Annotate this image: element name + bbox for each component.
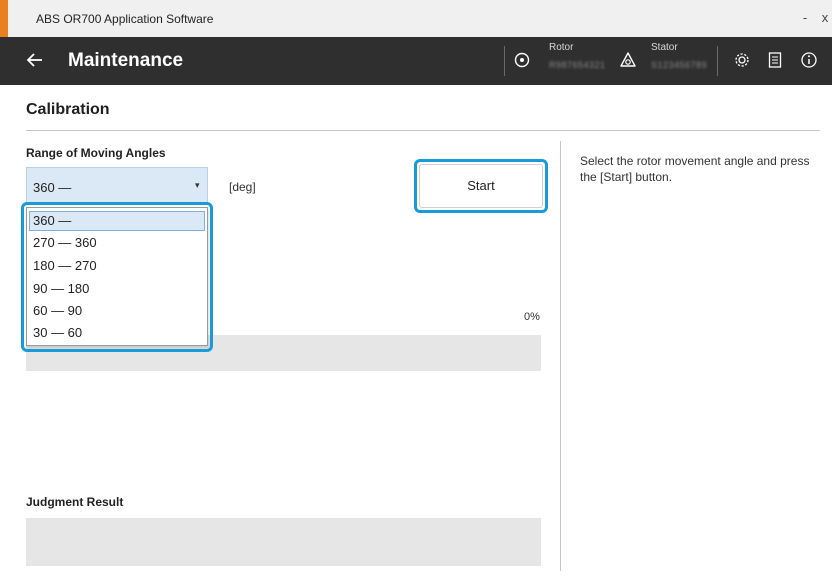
header-divider xyxy=(717,46,718,76)
range-label: Range of Moving Angles xyxy=(26,146,166,160)
unit-label: [deg] xyxy=(229,180,256,194)
panel-divider xyxy=(560,141,561,571)
dropdown-focus-ring xyxy=(21,202,213,352)
gear-icon[interactable] xyxy=(733,51,751,69)
judgment-label: Judgment Result xyxy=(26,495,124,509)
stator-serial: S123456789 xyxy=(651,60,708,70)
close-button[interactable]: x xyxy=(818,10,832,25)
app-header: Maintenance Rotor R987654321 Stator S123… xyxy=(0,37,832,85)
stator-icon xyxy=(620,52,636,67)
start-button[interactable]: Start xyxy=(419,164,543,208)
info-icon[interactable] xyxy=(800,51,818,69)
rotor-icon xyxy=(514,52,530,68)
progress-percent: 0% xyxy=(524,311,540,323)
section-title: Calibration xyxy=(26,101,110,118)
page-title: Maintenance xyxy=(68,50,184,71)
rotor-label: Rotor xyxy=(549,42,574,53)
stator-label: Stator xyxy=(651,42,678,53)
arrow-left-icon[interactable] xyxy=(24,49,46,71)
range-select[interactable]: 360 — ▾ xyxy=(26,167,208,205)
judgment-result-box xyxy=(26,518,541,566)
window-accent-strip xyxy=(0,0,8,37)
window-titlebar: ABS OR700 Application Software - x xyxy=(0,0,832,37)
help-text: Select the rotor movement angle and pres… xyxy=(580,154,810,184)
rotor-serial: R987654321 xyxy=(549,60,606,70)
section-divider xyxy=(26,130,820,131)
chevron-down-icon: ▾ xyxy=(195,180,200,190)
header-divider xyxy=(504,46,505,76)
range-select-value: 360 — xyxy=(33,180,72,195)
window-title: ABS OR700 Application Software xyxy=(36,12,214,26)
document-icon[interactable] xyxy=(766,51,784,69)
minimize-button[interactable]: - xyxy=(798,10,812,25)
